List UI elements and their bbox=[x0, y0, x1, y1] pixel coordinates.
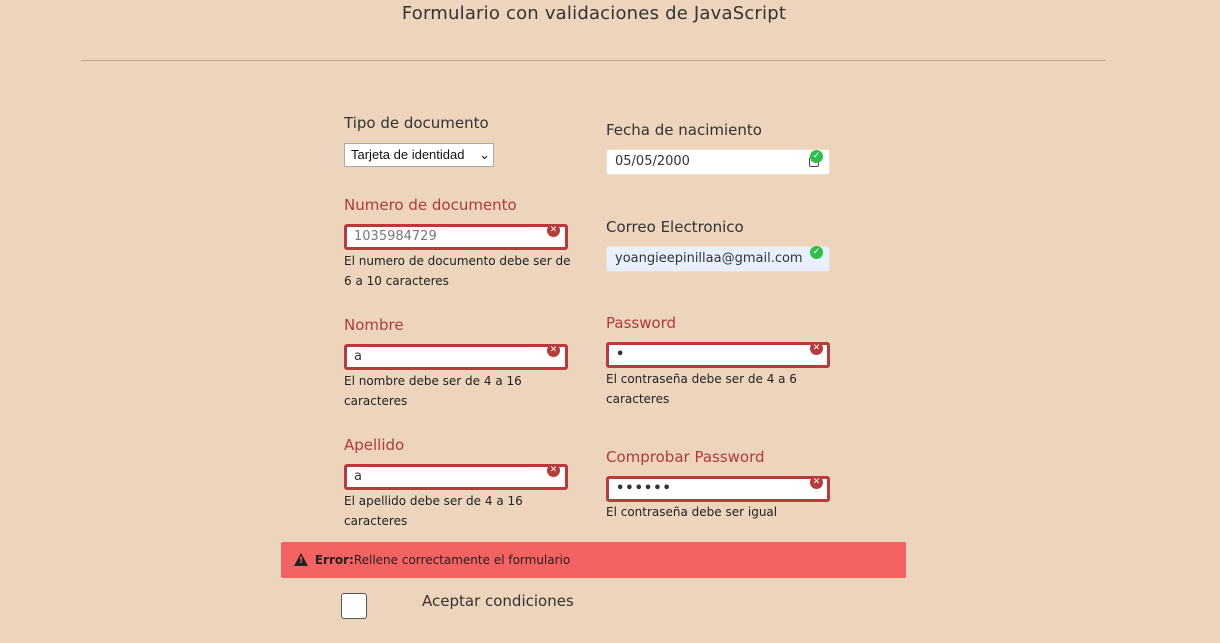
tipo-documento-select[interactable]: Tarjeta de identidad ⌄ bbox=[344, 143, 494, 167]
error-alert: ! Error:Rellene correctamente el formula… bbox=[281, 542, 906, 578]
password-value: • bbox=[616, 347, 626, 362]
fecha-nacimiento-input[interactable]: 05/05/2000 bbox=[606, 149, 830, 175]
comprobar-password-input[interactable]: •••••• bbox=[606, 476, 830, 502]
comprobar-password-error: El contraseña debe ser igual bbox=[606, 505, 778, 519]
chevron-down-icon: ⌄ bbox=[479, 147, 490, 162]
password-label: Password bbox=[606, 314, 677, 332]
page-title: Formulario con validaciones de JavaScrip… bbox=[401, 3, 787, 24]
nombre-input[interactable]: a bbox=[344, 344, 568, 370]
nombre-error: El nombre debe ser de 4 a 16 caracteres bbox=[344, 374, 522, 408]
nombre-value: a bbox=[354, 349, 362, 364]
apellido-label: Apellido bbox=[344, 436, 405, 454]
terms-checkbox[interactable] bbox=[341, 593, 367, 619]
x-circle-icon: ✕ bbox=[547, 464, 560, 477]
numero-documento-placeholder: 1035984729 bbox=[354, 229, 437, 244]
nombre-label: Nombre bbox=[344, 316, 404, 334]
numero-documento-error: El numero de documento debe ser de 6 a 1… bbox=[344, 254, 571, 288]
apellido-value: a bbox=[354, 469, 362, 484]
password-error: El contraseña debe ser de 4 a 6 caracter… bbox=[606, 372, 797, 406]
warning-triangle-icon: ! bbox=[294, 553, 308, 566]
apellido-input[interactable]: a bbox=[344, 464, 568, 490]
terms-label[interactable]: Aceptar condiciones bbox=[422, 592, 574, 610]
fecha-nacimiento-value: 05/05/2000 bbox=[615, 154, 690, 169]
correo-label: Correo Electronico bbox=[606, 218, 744, 236]
tipo-documento-label: Tipo de documento bbox=[344, 114, 489, 132]
comprobar-password-label: Comprobar Password bbox=[606, 448, 765, 466]
alert-message: Rellene correctamente el formulario bbox=[353, 553, 571, 567]
fecha-nacimiento-label: Fecha de nacimiento bbox=[606, 121, 762, 139]
tipo-documento-selected: Tarjeta de identidad bbox=[351, 147, 465, 162]
check-circle-icon: ✓ bbox=[810, 150, 823, 163]
x-circle-icon: ✕ bbox=[810, 476, 823, 489]
check-circle-icon: ✓ bbox=[810, 246, 823, 259]
alert-title: Error: bbox=[314, 553, 354, 567]
password-input[interactable]: • bbox=[606, 342, 830, 368]
x-circle-icon: ✕ bbox=[547, 224, 560, 237]
correo-value: yoangieepinillaa@gmail.com bbox=[615, 251, 803, 266]
divider bbox=[81, 60, 1106, 61]
comprobar-password-value: •••••• bbox=[616, 481, 672, 496]
x-circle-icon: ✕ bbox=[547, 344, 560, 357]
x-circle-icon: ✕ bbox=[810, 342, 823, 355]
correo-input[interactable]: yoangieepinillaa@gmail.com bbox=[606, 246, 830, 272]
numero-documento-input[interactable]: 1035984729 bbox=[344, 224, 568, 250]
numero-documento-label: Numero de documento bbox=[344, 196, 517, 214]
apellido-error: El apellido debe ser de 4 a 16 caractere… bbox=[344, 494, 523, 528]
